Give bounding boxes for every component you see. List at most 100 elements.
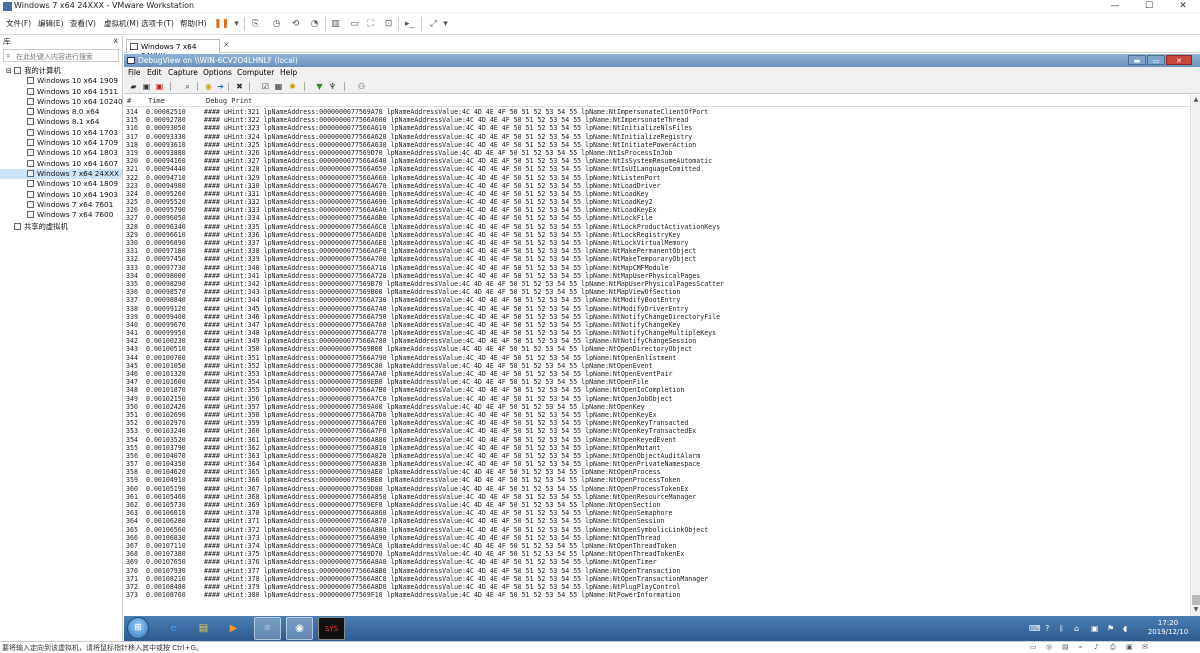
flag-icon[interactable]: ⚑ (1107, 624, 1114, 633)
menu-edit[interactable]: 编辑(E) (38, 18, 64, 29)
log-row[interactable]: 316 0.00093050 #### uHint:323 lpNameAddres… (124, 124, 1190, 132)
media-player-icon[interactable]: ▶ (220, 617, 247, 640)
log-row[interactable]: 349 0.00102150 #### uHint:356 lpNameAddres… (124, 395, 1190, 403)
sound-icon[interactable]: ♪ (1094, 643, 1102, 651)
log-row[interactable]: 336 0.00098570 #### uHint:343 lpNameAddres… (124, 288, 1190, 296)
log-row[interactable]: 317 0.00093330 #### uHint:324 lpNameAddres… (124, 133, 1190, 141)
log-row[interactable]: 324 0.00095260 #### uHint:331 lpNameAddres… (124, 190, 1190, 198)
debugview-icon[interactable]: ✱ (254, 617, 281, 640)
log-row[interactable]: 364 0.00106280 #### uHint:371 lpNameAddres… (124, 517, 1190, 525)
tree-item-vm[interactable]: Windows 7 x64 7601 (0, 200, 122, 210)
close-library-icon[interactable]: x (114, 36, 118, 45)
log-row[interactable]: 347 0.00101600 #### uHint:354 lpNameAddres… (124, 378, 1190, 386)
message-icon[interactable]: ✉ (1142, 643, 1150, 651)
dv-maximize-button[interactable]: ▭ (1147, 55, 1165, 65)
stretch-dropdown-icon[interactable]: ▾ (438, 16, 453, 31)
log-row[interactable]: 351 0.00102690 #### uHint:358 lpNameAddres… (124, 411, 1190, 419)
bluetooth-icon[interactable]: ᛒ (1059, 624, 1064, 633)
log-row[interactable]: 344 0.00100780 #### uHint:351 lpNameAddres… (124, 354, 1190, 362)
clear-icon[interactable]: ✖ (234, 81, 245, 92)
explorer-icon[interactable]: ▤ (190, 617, 217, 640)
library-search-input[interactable]: ⌕ 在此处键入内容进行搜索 (3, 49, 119, 62)
autoscroll-icon[interactable]: ➔ (215, 81, 226, 92)
maximize-button[interactable]: ☐ (1132, 0, 1166, 13)
time-icon[interactable]: ☑ (260, 81, 271, 92)
network-tray-icon[interactable]: ▣ (1091, 624, 1099, 633)
log-row[interactable]: 348 0.00101870 #### uHint:355 lpNameAddres… (124, 386, 1190, 394)
log-row[interactable]: 327 0.00096050 #### uHint:334 lpNameAddres… (124, 214, 1190, 222)
menu-file[interactable]: 文件(F) (6, 18, 31, 29)
log-row[interactable]: 334 0.00098000 #### uHint:341 lpNameAddres… (124, 272, 1190, 280)
scroll-down-icon[interactable]: ▼ (1192, 606, 1200, 614)
tree-item-vm[interactable]: Windows 10 x64 1909 (0, 76, 122, 86)
tree-item-vm[interactable]: Windows 8.0 x64 (0, 107, 122, 117)
log-row[interactable]: 329 0.00096610 #### uHint:336 lpNameAddres… (124, 231, 1190, 239)
log-row[interactable]: 345 0.00101050 #### uHint:352 lpNameAddres… (124, 362, 1190, 370)
log-row[interactable]: 331 0.00097180 #### uHint:338 lpNameAddres… (124, 247, 1190, 255)
log-row[interactable]: 369 0.00107650 #### uHint:376 lpNameAddres… (124, 558, 1190, 566)
hdd-icon[interactable]: ▭ (1030, 643, 1038, 651)
log-row[interactable]: 371 0.00108210 #### uHint:378 lpNameAddres… (124, 575, 1190, 583)
tree-shared-vms[interactable]: 共享的虚拟机 (0, 222, 122, 232)
input-icon[interactable]: ⌂ (1074, 624, 1079, 633)
volume-icon[interactable]: ◖ (1123, 624, 1127, 633)
tree-item-vm[interactable]: Windows 10 x64 1903 (0, 190, 122, 200)
log-row[interactable]: 320 0.00094160 #### uHint:327 lpNameAddres… (124, 157, 1190, 165)
dropdown-icon[interactable]: ▾ (229, 16, 244, 31)
fullscreen-icon[interactable]: ⛶ (363, 16, 378, 31)
log-row[interactable]: 343 0.00100510 #### uHint:350 lpNameAddres… (124, 345, 1190, 353)
revert-snapshot-icon[interactable]: ⟲ (288, 16, 303, 31)
log-row[interactable]: 342 0.00100230 #### uHint:349 lpNameAddres… (124, 337, 1190, 345)
log-row[interactable]: 346 0.00101320 #### uHint:353 lpNameAddres… (124, 370, 1190, 378)
log-row[interactable]: 359 0.00104910 #### uHint:366 lpNameAddres… (124, 476, 1190, 484)
log-row[interactable]: 372 0.00108480 #### uHint:379 lpNameAddres… (124, 583, 1190, 591)
pause-icon[interactable]: ❚❚ (214, 16, 229, 31)
sys-icon[interactable]: SYS (318, 617, 345, 640)
clock-icon[interactable]: ▦ (273, 81, 284, 92)
log-row[interactable]: 323 0.00094980 #### uHint:330 lpNameAddres… (124, 182, 1190, 190)
dv-menu-computer[interactable]: Computer (237, 68, 274, 77)
log-row[interactable]: 328 0.00096340 #### uHint:335 lpNameAddres… (124, 223, 1190, 231)
log-row[interactable]: 355 0.00103790 #### uHint:362 lpNameAddres… (124, 444, 1190, 452)
dv-minimize-button[interactable]: ▬ (1128, 55, 1146, 65)
log-row[interactable]: 341 0.00099950 #### uHint:348 lpNameAddres… (124, 329, 1190, 337)
dv-menu-file[interactable]: File (128, 68, 141, 77)
snapshot-icon[interactable]: ◷ (269, 16, 284, 31)
col-time[interactable]: Time (148, 97, 165, 105)
net-adapter-icon[interactable]: ▤ (1062, 643, 1070, 651)
log-row[interactable]: 358 0.00104620 #### uHint:365 lpNameAddres… (124, 468, 1190, 476)
log-row[interactable]: 365 0.00106560 #### uHint:372 lpNameAddres… (124, 526, 1190, 534)
save-icon[interactable]: ▣ (141, 81, 152, 92)
log-row[interactable]: 350 0.00102420 #### uHint:357 lpNameAddres… (124, 403, 1190, 411)
tree-item-vm[interactable]: Windows 10 x64 1709 (0, 138, 122, 148)
log-row[interactable]: 339 0.00099400 #### uHint:346 lpNameAddres… (124, 313, 1190, 321)
dv-menu-capture[interactable]: Capture (168, 68, 198, 77)
thumbnail-icon[interactable]: ▭ (347, 16, 362, 31)
help-icon[interactable]: ? (1045, 624, 1049, 633)
col-debug-print[interactable]: Debug Print (206, 97, 252, 105)
tab-vm[interactable]: Windows 7 x64 24XXX (126, 39, 220, 60)
log-row[interactable]: 353 0.00103240 #### uHint:360 lpNameAddres… (124, 427, 1190, 435)
tab-close-icon[interactable]: × (223, 40, 230, 49)
keyboard-icon[interactable]: ⌨ (1029, 624, 1041, 633)
dv-close-button[interactable]: ✕ (1166, 55, 1192, 65)
log-row[interactable]: 357 0.00104350 #### uHint:364 lpNameAddres… (124, 460, 1190, 468)
log-row[interactable]: 330 0.00096890 #### uHint:337 lpNameAddres… (124, 239, 1190, 247)
col-number[interactable]: # (127, 97, 131, 105)
log-row[interactable]: 315 0.00092780 #### uHint:322 lpNameAddres… (124, 116, 1190, 124)
clock[interactable]: 17:20 2019/12/10 (1142, 619, 1194, 637)
log-row[interactable]: 325 0.00095520 #### uHint:332 lpNameAddres… (124, 198, 1190, 206)
tree-item-vm[interactable]: Windows 8.1 x64 (0, 117, 122, 127)
display-icon[interactable]: ▣ (1126, 643, 1134, 651)
log-list[interactable]: 314 0.00082510 #### uHint:321 lpNameAddres… (124, 108, 1190, 616)
log-row[interactable]: 314 0.00082510 #### uHint:321 lpNameAddres… (124, 108, 1190, 116)
binoculars-icon[interactable]: ⚇ (356, 81, 367, 92)
log-row[interactable]: 363 0.00106010 #### uHint:370 lpNameAddres… (124, 509, 1190, 517)
filter-icon[interactable]: ▼ (314, 81, 325, 92)
log-row[interactable]: 318 0.00093610 #### uHint:325 lpNameAddres… (124, 141, 1190, 149)
usb-icon[interactable]: ⌁ (1078, 643, 1086, 651)
log-row[interactable]: 340 0.00099670 #### uHint:347 lpNameAddres… (124, 321, 1190, 329)
log-row[interactable]: 337 0.00098840 #### uHint:344 lpNameAddres… (124, 296, 1190, 304)
tree-item-vm[interactable]: Windows 7 x64 7600 (0, 210, 122, 220)
tree-item-vm[interactable]: Windows 10 x64 1703 (0, 128, 122, 138)
